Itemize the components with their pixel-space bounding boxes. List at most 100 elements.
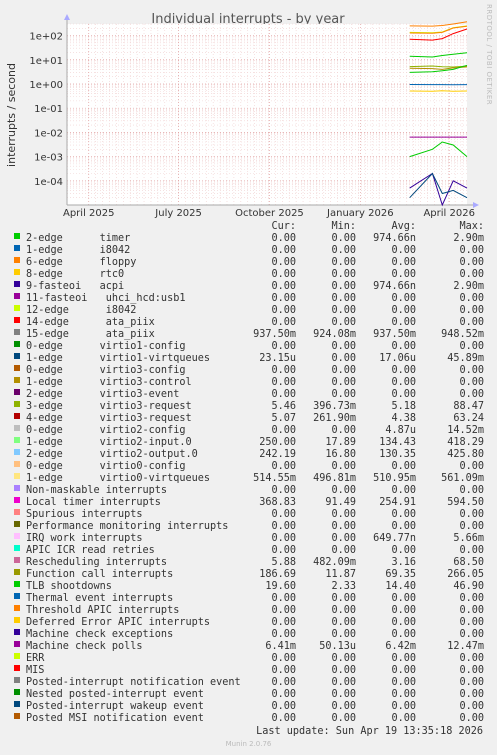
series-avg: 0.00	[391, 461, 416, 472]
series-swatch	[14, 617, 20, 623]
legend-row: Machine check polls 6.41m 50.13u 6.42m 12.47…	[0, 641, 497, 653]
series-avg: 0.00	[391, 269, 416, 280]
series-avg: 3.16	[391, 557, 416, 568]
series-name: Non-maskable interrupts	[26, 485, 168, 496]
series-swatch	[14, 665, 20, 671]
series-name: Thermal event interrupts	[26, 593, 174, 604]
series-name: IRQ work interrupts	[26, 533, 143, 544]
legend-row: 1-edge virtio1-virtqueues 23.15u 0.00 17.06…	[0, 353, 497, 365]
x-tick-label: April 2026	[423, 208, 474, 219]
series-swatch	[14, 401, 20, 407]
series-avg: 0.00	[391, 629, 416, 640]
legend-row: 3-edge virtio3-request 5.46 396.73m 5.18 88.…	[0, 401, 497, 413]
legend-table: Cur: Min: Avg: Max: 2-edge timer 0.00 0.00…	[0, 221, 497, 725]
legend-row: 0-edge virtio2-config 0.00 0.00 4.87u 14.52m	[0, 425, 497, 437]
legend-row: 1-edge i8042 0.00 0.00 0.00 0.00	[0, 245, 497, 257]
series-swatch	[14, 509, 20, 515]
chart-area: Individual interrupts - by year interrup…	[5, 12, 479, 219]
legend-row: IRQ work interrupts 0.00 0.00 649.77n 5.66m	[0, 533, 497, 545]
legend-row: 14-edge ata_piix 0.00 0.00 0.00 0.00	[0, 317, 497, 329]
series-swatch	[14, 485, 20, 491]
series-avg: 4.38	[391, 413, 416, 424]
series-name: 0-edge virtio2-config	[26, 425, 186, 436]
series-max: 0.00	[459, 293, 484, 304]
series-avg: 0.00	[391, 317, 416, 328]
series-max: 0.00	[459, 605, 484, 616]
series-name: 0-edge virtio1-config	[26, 341, 186, 352]
series-max: 0.00	[459, 593, 484, 604]
series-name: 1-edge i8042	[26, 245, 131, 256]
x-tick-label: January 2026	[326, 208, 394, 219]
series-max: 2.90m	[453, 233, 484, 244]
legend-row: 8-edge rtc0 0.00 0.00 0.00 0.00	[0, 269, 497, 281]
series-name: 1-edge virtio3-control	[26, 377, 192, 388]
y-tick-label: 1e-02	[34, 128, 63, 139]
series-max: 425.80	[447, 449, 484, 460]
x-tick-label: July 2025	[154, 208, 202, 219]
series-name: 1-edge virtio2-input.0	[26, 437, 192, 448]
header-avg: Avg:	[391, 221, 416, 232]
series-name: Deferred Error APIC interrupts	[26, 617, 211, 628]
series-swatch	[14, 257, 20, 263]
series-name: 2-edge timer	[26, 233, 131, 244]
legend-row: APIC ICR read retries 0.00 0.00 0.00 0.00	[0, 545, 497, 557]
y-tick-label: 1e-01	[34, 104, 63, 115]
series-swatch	[14, 281, 20, 287]
series-swatch	[14, 341, 20, 347]
series-swatch	[14, 305, 20, 311]
series-swatch	[14, 581, 20, 587]
y-axis-label: interrupts / second	[5, 63, 18, 167]
x-axis-arrow	[473, 202, 479, 208]
x-tick-label: April 2025	[63, 208, 114, 219]
series-swatch	[14, 533, 20, 539]
legend-row: Posted MSI notification event 0.00 0.00 0.0…	[0, 713, 497, 725]
series-swatch	[14, 317, 20, 323]
series-avg: 0.00	[391, 665, 416, 676]
series-max: 46.90	[453, 581, 484, 592]
series-swatch	[14, 545, 20, 551]
series-name: Machine check exceptions	[26, 629, 174, 640]
series-name: Machine check polls	[26, 641, 143, 652]
series-max: 0.00	[459, 629, 484, 640]
series-name: MIS	[26, 665, 45, 676]
series-name: Threshold APIC interrupts	[26, 605, 180, 616]
series-name: APIC ICR read retries	[26, 545, 155, 556]
series-name: 0-edge virtio0-config	[26, 461, 186, 472]
series-name: 6-edge floppy	[26, 257, 137, 268]
legend-row: 4-edge virtio3-request 5.07 261.90m 4.38 63.…	[0, 413, 497, 425]
series-avg: 0.00	[391, 617, 416, 628]
series-max: 5.66m	[453, 533, 484, 544]
legend-row: MIS 0.00 0.00 0.00 0.00	[0, 665, 497, 677]
series-name: 15-edge ata_piix	[26, 329, 155, 340]
series-avg: 0.00	[391, 257, 416, 268]
legend-row: Non-maskable interrupts 0.00 0.00 0.00 0.00	[0, 485, 497, 497]
y-tick-label: 1e+01	[29, 56, 63, 67]
y-tick-label: 1e+02	[29, 32, 63, 43]
series-max: 0.00	[459, 665, 484, 676]
series-swatch	[14, 437, 20, 443]
series-swatch	[14, 425, 20, 431]
legend-row: Threshold APIC interrupts 0.00 0.00 0.00 0.0…	[0, 605, 497, 617]
series-swatch	[14, 521, 20, 527]
series-max: 0.00	[459, 677, 484, 688]
series-max: 0.00	[459, 689, 484, 700]
series-avg: 0.00	[391, 377, 416, 388]
header-max: Max:	[459, 221, 484, 232]
series-max: 0.00	[459, 461, 484, 472]
series-swatch	[14, 593, 20, 599]
series-swatch	[14, 497, 20, 503]
series-max: 88.47	[453, 401, 484, 412]
series-avg: 0.00	[391, 341, 416, 352]
series-name: 11-fasteoi uhci_hcd:usb1	[26, 293, 186, 304]
plot-layer: 1e+02 1e+01 1e+00 1e-01 1e-02 1e-03 1e-04 April…	[29, 14, 479, 219]
series-max: 0.00	[459, 389, 484, 400]
series-avg: 17.06u	[379, 353, 416, 364]
series-name: Rescheduling interrupts	[26, 557, 168, 568]
series-avg: 4.87u	[385, 425, 416, 436]
series-swatch	[14, 701, 20, 707]
series-avg: 0.00	[391, 245, 416, 256]
legend-rows: 2-edge timer 0.00 0.00 974.66n 2.90m 1-edge i…	[0, 233, 497, 725]
series-swatch	[14, 713, 20, 719]
series-swatch	[14, 233, 20, 239]
series-avg: 254.91	[379, 497, 416, 508]
